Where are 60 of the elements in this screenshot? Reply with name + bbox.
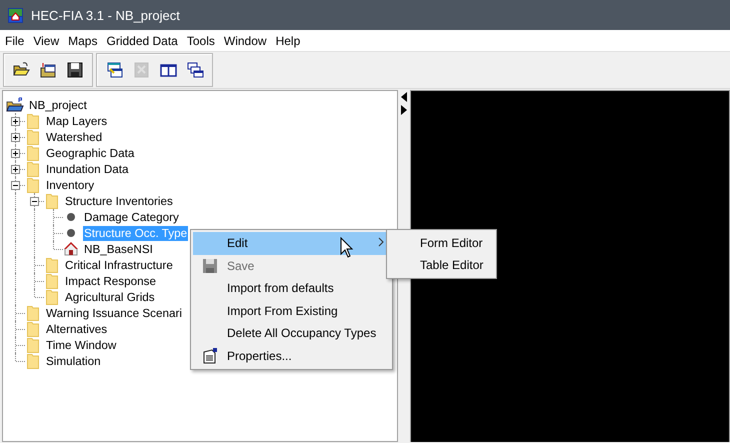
tree-item[interactable]: Watershed [45, 130, 104, 144]
folder-icon [45, 193, 59, 209]
tree-item[interactable]: Damage Category [83, 210, 180, 224]
tree-item[interactable]: Inventory [45, 178, 96, 192]
folder-icon [26, 145, 40, 161]
expand-icon[interactable] [11, 117, 20, 126]
tree-item[interactable]: Map Layers [45, 114, 108, 128]
tree-item[interactable]: Warning Issuance Scenari [45, 306, 183, 320]
menu-item[interactable]: Form Editor [387, 232, 496, 254]
menu-item[interactable]: View [28, 34, 64, 48]
save-icon[interactable] [66, 61, 84, 79]
properties-icon [202, 348, 218, 364]
tree-item[interactable]: Critical Infrastructure [64, 258, 174, 272]
menu-item[interactable]: Import from defaults [193, 277, 390, 300]
expand-icon[interactable] [11, 149, 20, 158]
windows-icon[interactable] [105, 61, 123, 79]
window-title: HEC-FIA 3.1 - NB_project [31, 8, 180, 22]
project-folder-icon [6, 97, 24, 113]
chevron-right-icon [378, 237, 384, 247]
folder-icon [45, 289, 59, 305]
tree-item[interactable]: Inundation Data [45, 162, 130, 176]
menu-item[interactable]: Tools [182, 34, 219, 48]
folder-icon [26, 129, 40, 145]
tree-item[interactable]: Structure Inventories [64, 194, 174, 208]
cascade-windows-icon[interactable] [186, 61, 204, 79]
house-icon [63, 241, 79, 257]
folder-icon [26, 305, 40, 321]
expand-icon[interactable] [11, 165, 20, 174]
folder-document-icon[interactable] [39, 61, 57, 79]
folder-icon [45, 273, 59, 289]
menu-item[interactable]: Gridded Data [101, 34, 182, 48]
folder-icon [45, 257, 59, 273]
folder-icon [26, 177, 40, 193]
menu-item[interactable]: Window [218, 34, 271, 48]
folder-icon [26, 337, 40, 353]
collapse-icon[interactable] [11, 181, 20, 190]
tree-item[interactable]: NB_BaseNSI [83, 242, 154, 256]
menu-item[interactable]: Import From Existing [193, 300, 390, 322]
tree-item[interactable]: Impact Response [64, 274, 157, 288]
tree-item[interactable]: Geographic Data [45, 146, 136, 160]
tree-item[interactable]: Agricultural Grids [64, 290, 156, 304]
save-icon [202, 258, 218, 274]
menu-item[interactable]: Delete All Occupancy Types [193, 322, 390, 344]
folder-icon [26, 353, 40, 369]
mouse-pointer-icon [340, 237, 354, 258]
expand-icon[interactable] [11, 133, 20, 142]
collapse-icon[interactable] [30, 197, 39, 206]
menu-item[interactable]: Properties... [193, 344, 390, 367]
menu-item[interactable]: Maps [63, 34, 102, 48]
menu-item[interactable]: Help [270, 34, 304, 48]
folder-icon [26, 161, 40, 177]
menu-item[interactable]: File [0, 34, 28, 48]
folder-icon [26, 321, 40, 337]
tree-item[interactable]: Time Window [45, 338, 118, 352]
app-icon [8, 8, 23, 22]
tree-item[interactable]: NB_project [28, 98, 88, 112]
folder-icon [26, 113, 40, 129]
menu-item[interactable]: Table Editor [387, 254, 496, 276]
tree-item[interactable]: Simulation [45, 354, 102, 368]
tree-item[interactable]: Alternatives [45, 322, 108, 336]
